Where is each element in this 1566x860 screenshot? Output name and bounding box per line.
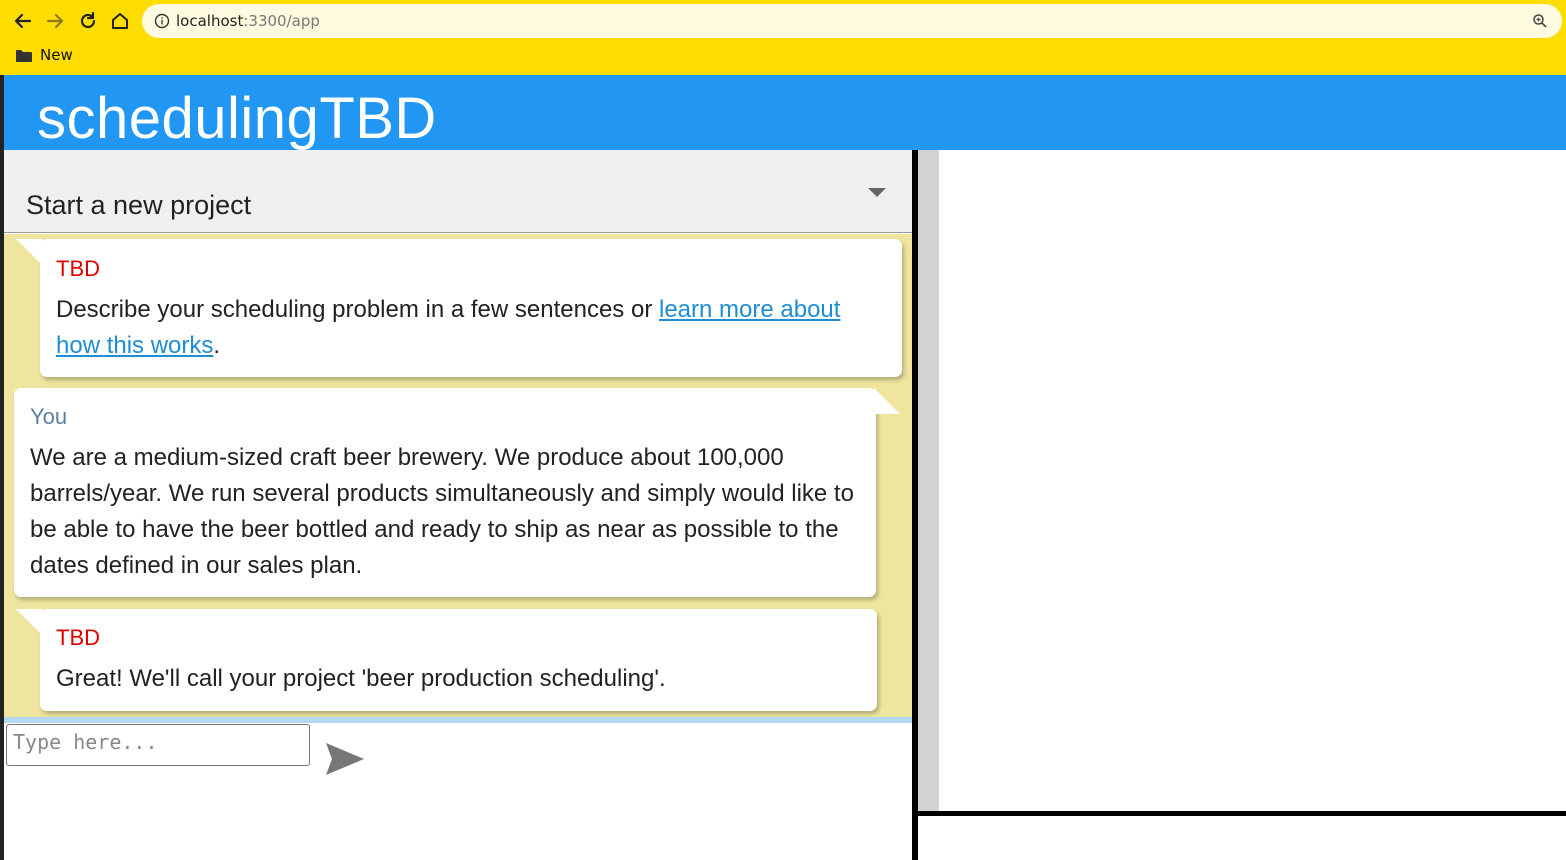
panel-resize-handle[interactable] (918, 150, 939, 812)
message-text: We are a medium-sized craft beer brewery… (30, 444, 854, 579)
message-you: You We are a medium-sized craft beer bre… (14, 388, 900, 597)
address-bar[interactable]: localhost:3300/app (142, 4, 1562, 38)
bookmark-label: New (40, 46, 73, 64)
chat-input-area (4, 723, 912, 860)
chat-input[interactable] (6, 724, 310, 766)
project-selector-value: Start a new project (26, 190, 252, 220)
message-speaker: TBD (56, 625, 100, 650)
home-icon[interactable] (107, 8, 133, 34)
message-text: Great! We'll call your project 'beer pro… (56, 665, 666, 692)
bubble-tail (16, 239, 42, 265)
site-info-icon[interactable] (154, 13, 170, 29)
url-text: localhost:3300/app (176, 12, 320, 30)
forward-arrow-icon[interactable] (42, 8, 68, 34)
url-host: localhost (176, 12, 244, 30)
message-text-part: . (213, 332, 221, 359)
reload-icon[interactable] (75, 8, 101, 34)
send-icon (326, 743, 364, 775)
app-header: schedulingTBD (4, 75, 1566, 151)
bubble-tail (16, 609, 42, 635)
right-panel (939, 150, 1566, 812)
folder-icon (16, 49, 32, 62)
bookmark-folder-new[interactable]: New (16, 46, 73, 64)
message-text-part: Describe your scheduling problem in a fe… (56, 296, 659, 323)
app-title: schedulingTBD (37, 86, 437, 151)
conversation-panel: Start a new project TBD Describe your sc… (4, 150, 912, 860)
message-speaker: You (30, 404, 68, 429)
chat-history[interactable]: TBD Describe your scheduling problem in … (4, 234, 912, 717)
bottom-panel (918, 816, 1566, 860)
project-selector[interactable]: Start a new project (4, 150, 912, 233)
message-tbd: TBD Great! We'll call your project 'beer… (16, 609, 877, 711)
bubble-tail (874, 388, 900, 414)
send-button[interactable] (324, 741, 366, 777)
zoom-icon[interactable] (1532, 13, 1548, 29)
browser-toolbar: localhost:3300/app New (0, 0, 1566, 75)
chevron-down-icon[interactable] (868, 188, 886, 197)
url-path: :3300/app (243, 12, 320, 30)
message-text: Describe your scheduling problem in a fe… (56, 292, 876, 364)
back-arrow-icon[interactable] (10, 8, 36, 34)
message-speaker: TBD (56, 256, 100, 281)
message-tbd: TBD Describe your scheduling problem in … (16, 239, 902, 377)
